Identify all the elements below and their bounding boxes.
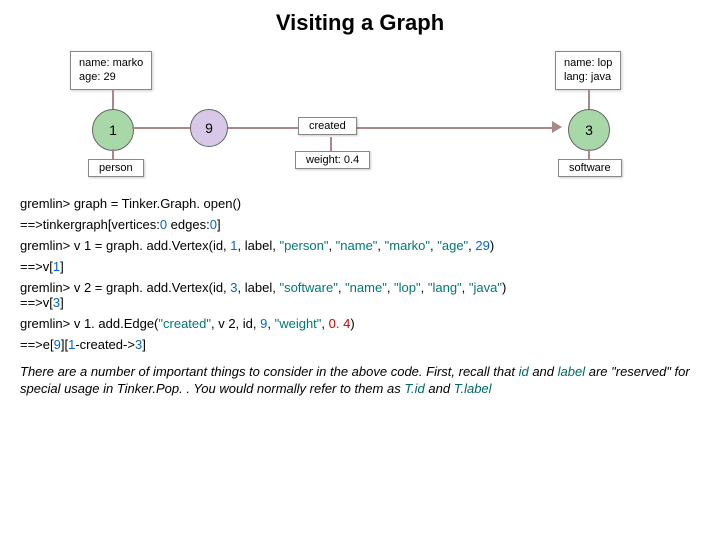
vertex3-circle: 3 bbox=[568, 109, 610, 151]
t: ] bbox=[60, 259, 64, 274]
kw-tid: T.id bbox=[404, 381, 424, 396]
code-line-2: ==>tinkergraph[vertices:0 edges:0] bbox=[20, 217, 700, 232]
t: gremlin> v 1. add.Edge( bbox=[20, 316, 158, 331]
t: ][ bbox=[61, 337, 68, 352]
code-line-4: ==>v[1] bbox=[20, 259, 700, 274]
t: ] bbox=[142, 337, 146, 352]
arrowhead-icon bbox=[552, 121, 562, 133]
kw-label: label bbox=[558, 364, 585, 379]
kw-tlabel: T.label bbox=[454, 381, 492, 396]
vertex1-properties: name: marko age: 29 bbox=[70, 51, 152, 90]
n: 29 bbox=[475, 238, 489, 253]
t: , bbox=[421, 280, 428, 295]
connector-line bbox=[112, 89, 114, 111]
t: and bbox=[529, 364, 558, 379]
s: "lop" bbox=[394, 280, 421, 295]
t: , bbox=[321, 316, 328, 331]
code-line-1: gremlin> graph = Tinker.Graph. open() bbox=[20, 196, 700, 211]
vertex1-age: age: 29 bbox=[79, 70, 143, 84]
code-line-7: gremlin> v 1. add.Edge("created", v 2, i… bbox=[20, 316, 700, 331]
n: 0 bbox=[210, 217, 217, 232]
edge-label: created bbox=[298, 117, 357, 135]
connector-line bbox=[588, 89, 590, 111]
t: ==>v[ bbox=[20, 259, 53, 274]
vertex1-circle: 1 bbox=[92, 109, 134, 151]
t: -created-> bbox=[75, 337, 135, 352]
t: , bbox=[267, 316, 274, 331]
s: "created" bbox=[158, 316, 211, 331]
vertex1-name: name: marko bbox=[79, 56, 143, 70]
edge-id-circle: 9 bbox=[190, 109, 228, 147]
t: gremlin> v 1 = graph. add.Vertex(id, bbox=[20, 238, 230, 253]
t: ) bbox=[502, 280, 506, 295]
s: "marko" bbox=[385, 238, 430, 253]
kw-id: id bbox=[519, 364, 529, 379]
t: ) bbox=[350, 316, 354, 331]
t: , bbox=[462, 280, 469, 295]
s: "lang" bbox=[428, 280, 462, 295]
s: "weight" bbox=[275, 316, 322, 331]
vertex3-properties: name: lop lang: java bbox=[555, 51, 621, 90]
t: and bbox=[425, 381, 454, 396]
s: "name" bbox=[345, 280, 387, 295]
n: 1 bbox=[230, 238, 237, 253]
t: gremlin> v 2 = graph. add.Vertex(id, bbox=[20, 280, 230, 295]
footnote: There are a number of important things t… bbox=[20, 364, 700, 398]
t: ] bbox=[60, 295, 64, 310]
vertex3-name: name: lop bbox=[564, 56, 612, 70]
code-line-8: ==>e[9][1-created->3] bbox=[20, 337, 700, 352]
s: "java" bbox=[469, 280, 502, 295]
n: 0 bbox=[160, 217, 167, 232]
code-line-5: gremlin> v 2 = graph. add.Vertex(id, 3, … bbox=[20, 280, 700, 310]
s: "person" bbox=[279, 238, 328, 253]
vertex3-label: software bbox=[558, 159, 622, 177]
t: , label, bbox=[238, 280, 280, 295]
s: "software" bbox=[279, 280, 337, 295]
t: ] bbox=[217, 217, 221, 232]
vertex3-lang: lang: java bbox=[564, 70, 612, 84]
graph-diagram: name: marko age: 29 1 person 9 created w… bbox=[40, 51, 680, 181]
n: 0. 4 bbox=[329, 316, 351, 331]
n: 3 bbox=[230, 280, 237, 295]
t: , bbox=[377, 238, 384, 253]
t: ==>tinkergraph[vertices: bbox=[20, 217, 160, 232]
t: , bbox=[387, 280, 394, 295]
s: "age" bbox=[437, 238, 468, 253]
t: , label, bbox=[238, 238, 280, 253]
s: "name" bbox=[336, 238, 378, 253]
t: edges: bbox=[167, 217, 210, 232]
page-title: Visiting a Graph bbox=[20, 10, 700, 36]
t: , bbox=[328, 238, 335, 253]
edge-weight: weight: 0.4 bbox=[295, 151, 370, 169]
t: , bbox=[338, 280, 345, 295]
t: There are a number of important things t… bbox=[20, 364, 519, 379]
n: 9 bbox=[54, 337, 61, 352]
vertex1-label: person bbox=[88, 159, 144, 177]
t: ) bbox=[490, 238, 494, 253]
t: , v 2, id, bbox=[211, 316, 260, 331]
t: ==>e[ bbox=[20, 337, 54, 352]
t: ==>v[ bbox=[20, 295, 53, 310]
code-line-3: gremlin> v 1 = graph. add.Vertex(id, 1, … bbox=[20, 238, 700, 253]
